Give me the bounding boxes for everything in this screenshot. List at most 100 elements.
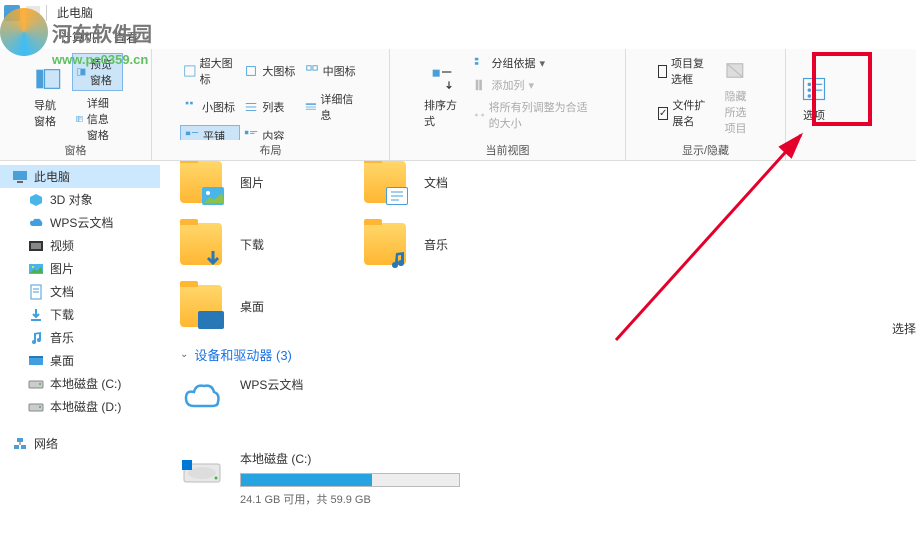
hide-selected-button[interactable]: 隐藏 所选项目 (714, 53, 757, 140)
folder-图片[interactable]: 图片 (180, 161, 264, 203)
sidebar-item-music[interactable]: 音乐 (0, 326, 160, 349)
panes-group-label: 窗格 (8, 140, 143, 158)
sort-button[interactable]: 排序方式 (418, 53, 466, 140)
folder-文档[interactable]: 文档 (364, 161, 448, 203)
grid-icon (305, 64, 319, 78)
options-button[interactable]: 选项 (794, 53, 834, 144)
layout-details[interactable]: 详细信息 (301, 89, 361, 125)
sidebar-item-label: 本地磁盘 (D:) (50, 398, 121, 415)
details-pane-button[interactable]: 详细信息窗格 (72, 93, 123, 140)
devices-header[interactable]: ⌄ 设备和驱动器 (3) (180, 327, 896, 376)
group-by-button[interactable]: 分组依据▾ (470, 53, 598, 73)
ribbon-options: 选项 (786, 49, 842, 160)
autofit-icon (474, 108, 485, 122)
3d-icon (28, 192, 44, 208)
sidebar-item-label: 视频 (50, 237, 74, 254)
sidebar-item-label: 图片 (50, 260, 74, 277)
titlebar: 此电脑 (0, 0, 916, 25)
nav-pane-button[interactable]: 导航窗格 (28, 53, 68, 140)
sidebar-item-label: 3D 对象 (50, 191, 93, 208)
cloud-icon (28, 215, 44, 231)
sidebar-item-desk[interactable]: 桌面 (0, 349, 160, 372)
folder-下载[interactable]: 下载 (180, 223, 264, 265)
folder-label: 图片 (240, 174, 264, 191)
folder-桌面[interactable]: 桌面 (180, 285, 264, 327)
ribbon-layout: 超大图标 大图标 中图标 小图标 列表 详细信息 平铺 内容 布局 (152, 49, 390, 160)
layout-large[interactable]: 大图标 (240, 53, 300, 89)
sidebar-item-3d[interactable]: 3D 对象 (0, 188, 160, 211)
drive-usage-bar (240, 473, 460, 487)
folder-icon (180, 285, 222, 327)
folder-icon (364, 223, 406, 265)
sidebar-item-label: 文档 (50, 283, 74, 300)
sidebar-item-doc[interactable]: 文档 (0, 280, 160, 303)
preview-pane-button[interactable]: 预览窗格 (72, 53, 123, 91)
layout-medium[interactable]: 中图标 (301, 53, 361, 89)
video-icon (28, 238, 44, 254)
folder-icon (180, 161, 222, 203)
layout-xlarge[interactable]: 超大图标 (180, 53, 240, 89)
music-icon (28, 330, 44, 346)
sidebar-item-cloud[interactable]: WPS云文档 (0, 211, 160, 234)
disk-icon (28, 399, 44, 415)
add-columns-button[interactable]: 添加列▾ (470, 75, 598, 95)
sidebar-item-label: 桌面 (50, 352, 74, 369)
checkbox-icon (658, 65, 667, 78)
net-icon (12, 436, 28, 452)
sidebar-item-pic[interactable]: 图片 (0, 257, 160, 280)
sidebar-item-label: 下载 (50, 306, 74, 323)
grid-icon (184, 64, 196, 78)
sidebar-item-video[interactable]: 视频 (0, 234, 160, 257)
sidebar-item-net[interactable]: 网络 (0, 432, 160, 455)
folder-label: 文档 (424, 174, 448, 191)
options-icon (800, 75, 828, 103)
drive-item[interactable]: WPS云文档 (180, 376, 520, 420)
nav-pane-label: 导航窗格 (34, 97, 62, 129)
sidebar-item-disk[interactable]: 本地磁盘 (D:) (0, 395, 160, 418)
sidebar-item-dl[interactable]: 下载 (0, 303, 160, 326)
file-extensions-toggle[interactable]: 文件扩展名 (654, 95, 710, 131)
layout-group-label: 布局 (160, 140, 381, 158)
main-area: 此电脑3D 对象WPS云文档视频图片文档下载音乐桌面本地磁盘 (C:)本地磁盘 … (0, 161, 916, 538)
folder-label: 下载 (240, 236, 264, 253)
system-icon[interactable] (4, 5, 20, 21)
pic-icon (28, 261, 44, 277)
sidebar-item-pc[interactable]: 此电脑 (0, 165, 160, 188)
hide-icon (722, 57, 750, 84)
folder-label: 桌面 (240, 298, 264, 315)
grid-icon (244, 64, 258, 78)
ribbon-show-hide: 项目复选框 文件扩展名 隐藏的项目 隐藏 所选项目 显示/隐藏 (626, 49, 786, 160)
tiles-icon (185, 129, 199, 140)
layout-tiles[interactable]: 平铺 (180, 125, 240, 140)
qat-icon[interactable] (26, 6, 40, 20)
ribbon: 导航窗格 预览窗格 详细信息窗格 窗格 超大图标 大图标 中图标 小图标 列表 … (0, 49, 916, 161)
sidebar-item-label: 本地磁盘 (C:) (50, 375, 121, 392)
disk-icon (28, 376, 44, 392)
sidebar-item-disk[interactable]: 本地磁盘 (C:) (0, 372, 160, 395)
current-view-label: 当前视图 (398, 140, 617, 158)
content-area: 图片下载桌面 文档音乐 ⌄ 设备和驱动器 (3) WPS云文档本地磁盘 (C:)2… (160, 161, 916, 538)
folder-音乐[interactable]: 音乐 (364, 223, 448, 265)
layout-list[interactable]: 列表 (240, 89, 300, 125)
columns-icon (474, 78, 488, 92)
folder-icon (364, 161, 406, 203)
cloud-icon (180, 376, 224, 420)
layout-content[interactable]: 内容 (240, 125, 300, 140)
menu-computer[interactable]: 计算机 (60, 29, 96, 46)
doc-icon (28, 284, 44, 300)
side-label: 选择 (892, 320, 916, 337)
menu-view[interactable]: 查看 (114, 29, 138, 46)
sidebar-item-label: 网络 (34, 435, 58, 452)
sidebar-item-label: 此电脑 (34, 168, 70, 185)
item-checkboxes-toggle[interactable]: 项目复选框 (654, 53, 710, 89)
drive-item[interactable]: 本地磁盘 (C:)24.1 GB 可用，共 59.9 GB (180, 450, 520, 507)
chevron-down-icon: ⌄ (180, 349, 188, 360)
layout-small[interactable]: 小图标 (180, 89, 240, 125)
details-icon (305, 100, 317, 114)
sidebar-item-label: WPS云文档 (50, 214, 113, 231)
drive-free-text: 24.1 GB 可用，共 59.9 GB (240, 491, 520, 507)
autofit-button[interactable]: 将所有列调整为合适的大小 (470, 97, 598, 133)
dl-icon (28, 307, 44, 323)
nav-pane-icon (34, 65, 62, 93)
menubar: 计算机 查看 (0, 25, 916, 49)
